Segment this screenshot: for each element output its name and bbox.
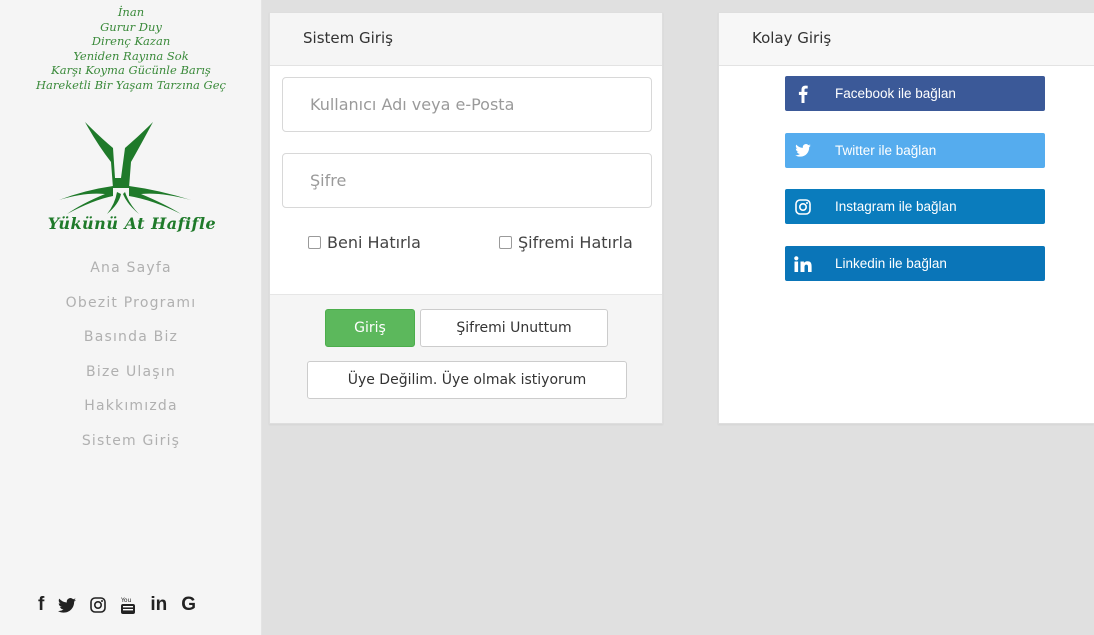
motto-line: Karşı Koyma Gücünle Barış [51, 63, 211, 77]
youtube-icon[interactable]: You [120, 595, 136, 615]
facebook-login-label: Facebook ile bağlan [835, 86, 956, 101]
sidebar-nav: Ana Sayfa Obezit Programı Basında Biz Bi… [0, 258, 262, 465]
instagram-login-label: Instagram ile bağlan [835, 199, 957, 214]
login-panel-title: Sistem Giriş [270, 13, 662, 66]
sidebar: İnan Gurur Duy Direnç Kazan Yeniden Rayı… [0, 0, 262, 635]
remember-password-checkbox[interactable]: Şifremi Hatırla [499, 233, 633, 252]
motto-line: İnan [117, 5, 145, 19]
logo-brand-text: Yükünü At Hafifle [47, 214, 217, 233]
remember-me-checkbox[interactable]: Beni Hatırla [308, 233, 421, 252]
instagram-icon[interactable] [90, 597, 107, 613]
checkbox-icon[interactable] [499, 236, 512, 249]
svg-text:You: You [120, 597, 132, 604]
site-logo[interactable]: İnan Gurur Duy Direnç Kazan Yeniden Rayı… [0, 0, 262, 245]
motto-line: Direnç Kazan [91, 34, 171, 48]
facebook-icon [785, 76, 821, 111]
instagram-icon [785, 189, 821, 224]
linkedin-login-label: Linkedin ile bağlan [835, 256, 947, 271]
nav-item-bize-ulasin[interactable]: Bize Ulaşın [0, 362, 262, 397]
twitter-login-label: Twitter ile bağlan [835, 143, 937, 158]
social-links: f You in G [38, 592, 196, 618]
instagram-login-button[interactable]: Instagram ile bağlan [785, 189, 1045, 224]
linkedin-icon[interactable]: in [150, 594, 167, 616]
linkedin-icon [785, 246, 821, 281]
nav-item-ana-sayfa[interactable]: Ana Sayfa [0, 258, 262, 293]
easy-login-title: Kolay Giriş [719, 13, 1094, 66]
logo-motto: İnan Gurur Duy Direnç Kazan Yeniden Rayı… [0, 5, 262, 92]
facebook-login-button[interactable]: Facebook ile bağlan [785, 76, 1045, 111]
motto-line: Gurur Duy [100, 19, 162, 34]
login-panel-footer: Giriş Şifremi Unuttum Üye Değilim. Üye o… [270, 294, 662, 423]
username-input[interactable] [282, 77, 652, 132]
login-panel: Sistem Giriş Beni Hatırla Şifremi Hatırl… [269, 12, 663, 424]
remember-password-label: Şifremi Hatırla [518, 233, 633, 252]
twitter-login-button[interactable]: Twitter ile bağlan [785, 133, 1045, 168]
linkedin-login-button[interactable]: Linkedin ile bağlan [785, 246, 1045, 281]
facebook-icon[interactable]: f [38, 594, 44, 616]
nav-item-basinda-biz[interactable]: Basında Biz [0, 327, 262, 362]
easy-login-panel: Kolay Giriş Facebook ile bağlan Twitter … [718, 12, 1094, 424]
twitter-icon[interactable] [58, 597, 77, 613]
nav-item-hakkimizda[interactable]: Hakkımızda [0, 396, 262, 431]
remember-me-label: Beni Hatırla [327, 233, 421, 252]
password-input[interactable] [282, 153, 652, 208]
checkbox-icon[interactable] [308, 236, 321, 249]
forgot-password-button[interactable]: Şifremi Unuttum [420, 309, 608, 347]
motto-line: Hareketli Bir Yaşam Tarzına Geç [36, 77, 226, 92]
tree-icon [59, 122, 191, 214]
google-icon[interactable]: G [181, 594, 196, 616]
motto-line: Yeniden Rayına Sok [73, 48, 189, 63]
twitter-icon [785, 133, 821, 168]
nav-item-obezit-programi[interactable]: Obezit Programı [0, 293, 262, 328]
nav-item-sistem-giris[interactable]: Sistem Giriş [0, 431, 262, 466]
register-button[interactable]: Üye Değilim. Üye olmak istiyorum [307, 361, 627, 399]
login-button[interactable]: Giriş [325, 309, 415, 347]
